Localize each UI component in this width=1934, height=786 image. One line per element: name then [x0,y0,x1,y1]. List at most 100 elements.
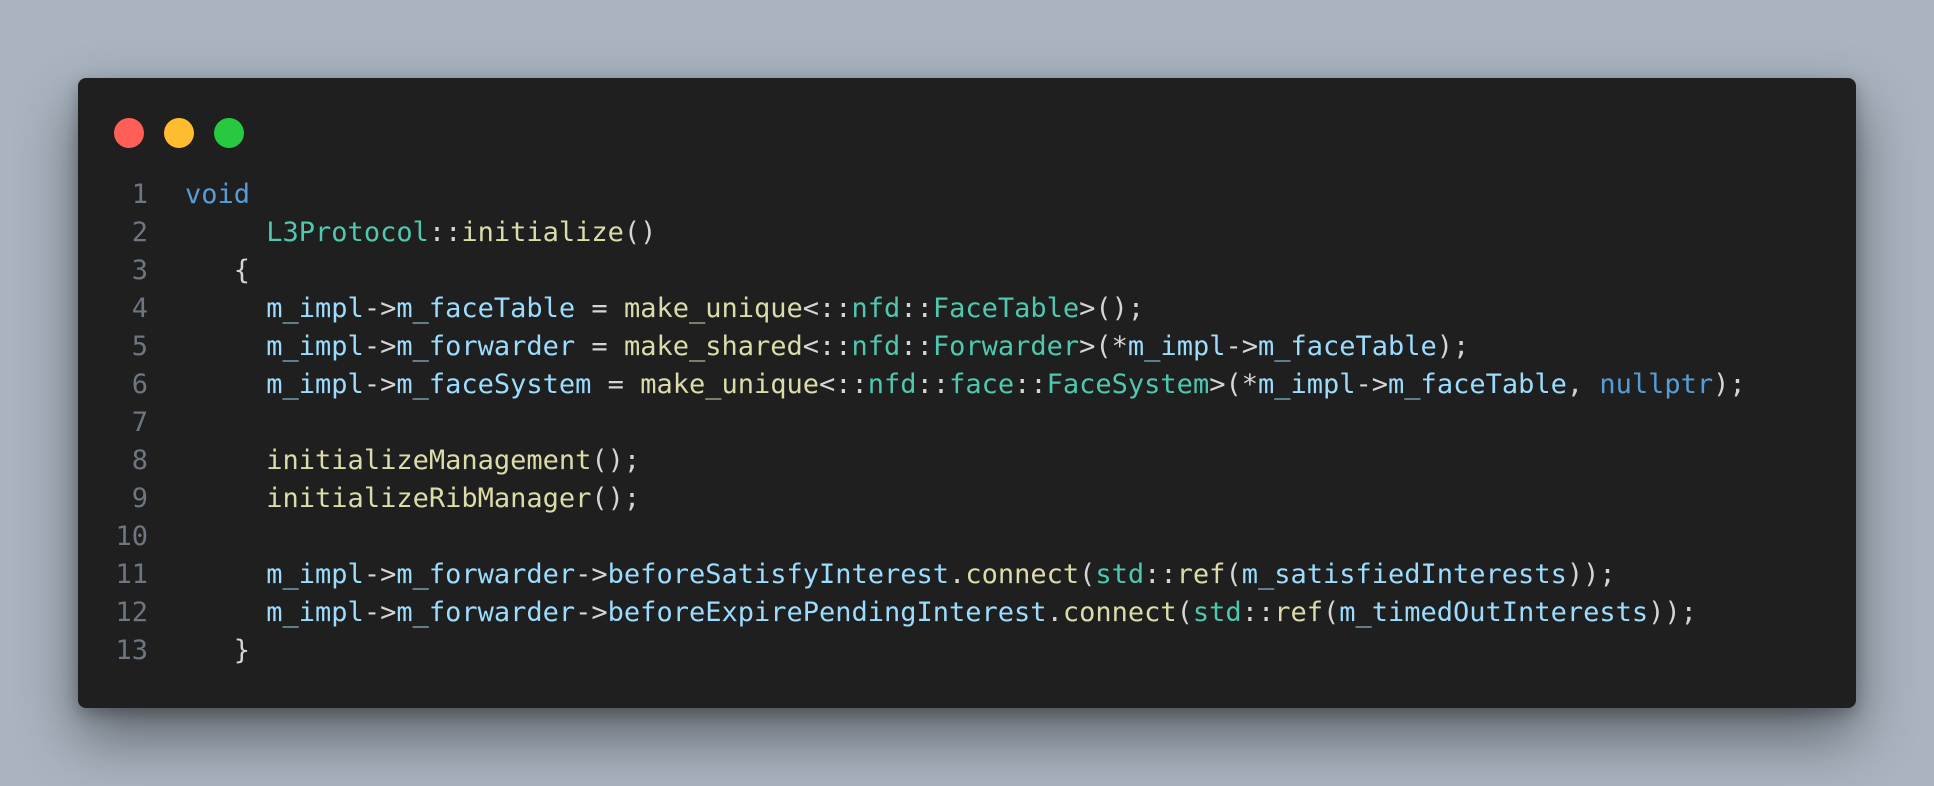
code-token: = [575,331,624,362]
code-token: m_impl [266,331,364,362]
line-number: 12 [115,597,148,628]
code-line: 9 initializeRibManager(); [78,480,1856,518]
line-number: 13 [115,635,148,666]
code-token: m_impl [266,597,364,628]
code-line: 12 m_impl->m_forwarder->beforeExpirePend… [78,594,1856,632]
code-token: (); [591,445,641,476]
code-line: 5 m_impl->m_forwarder = make_shared<::nf… [78,328,1856,366]
code-token: ( [1322,597,1340,628]
code-token: m_impl [266,293,364,324]
code-token: m_faceSystem [396,369,592,400]
minimize-button[interactable] [164,118,194,148]
code-token: )); [1648,597,1697,628]
line-number: 8 [131,445,148,476]
code-token: ); [1713,369,1746,400]
line-source: } [185,632,250,670]
code-token: beforeSatisfyInterest [607,559,950,590]
close-button[interactable] [114,118,144,148]
code-line: 8 initializeManagement(); [78,442,1856,480]
code-token: <:: [802,331,852,362]
code-token: initializeManagement [266,445,592,476]
code-token: connect [965,559,1080,590]
code-token: m_forwarder [396,331,576,362]
code-token: :: [1144,559,1177,590]
code-token: >(); [1079,293,1145,324]
code-token: m_faceTable [1388,369,1567,400]
code-token: () [623,217,657,248]
line-number: 4 [131,293,148,324]
code-token: void [185,179,251,210]
line-source: m_impl->m_faceSystem = make_unique<::nfd… [185,366,1746,404]
code-token: -> [1225,331,1258,362]
code-line: 13 } [78,632,1856,670]
code-token: -> [363,597,397,628]
code-token: connect [1062,597,1177,628]
code-token: :: [900,331,933,362]
line-source: void [185,176,250,214]
line-number: 3 [131,255,148,286]
code-token: m_timedOutInterests [1339,597,1649,628]
code-token: } [185,635,251,666]
code-token: . [949,559,966,590]
code-token: -> [363,369,397,400]
code-token: ( [1079,559,1096,590]
code-token: std [1192,597,1242,628]
code-token: make_shared [623,331,803,362]
code-token: >(* [1079,331,1128,362]
code-token: beforeExpirePendingInterest [607,597,1047,628]
code-token: nfd [851,331,901,362]
code-token: nullptr [1599,369,1714,400]
code-token: , [1566,369,1600,400]
code-token: . [1046,597,1063,628]
code-token: std [1095,559,1145,590]
code-token: m_impl [266,369,364,400]
code-token: m_satisfiedInterests [1241,559,1567,590]
line-source: m_impl->m_faceTable = make_unique<::nfd:… [185,290,1144,328]
code-token: nfd [867,369,917,400]
code-token: >(* [1209,369,1258,400]
code-line: 4 m_impl->m_faceTable = make_unique<::nf… [78,290,1856,328]
code-token: :: [916,369,950,400]
code-token: = [575,293,624,324]
code-token: ref [1176,559,1226,590]
code-token: ); [1436,331,1470,362]
code-token: m_impl [1127,331,1226,362]
code-token: face [949,369,1015,400]
code-token: m_faceTable [396,293,576,324]
code-token: Forwarder [932,331,1080,362]
code-token: (); [591,483,641,514]
code-token: m_forwarder [396,559,576,590]
line-source: m_impl->m_forwarder->beforeSatisfyIntere… [185,556,1615,594]
line-number: 9 [131,483,148,514]
line-source: m_impl->m_forwarder->beforeExpirePending… [185,594,1697,632]
code-line: 1 void [78,176,1856,214]
code-token: initializeRibManager [266,483,592,514]
code-token: nfd [851,293,901,324]
code-token: = [591,369,641,400]
code-token: { [185,255,251,286]
code-token: :: [1014,369,1047,400]
code-token: FaceSystem [1046,369,1210,400]
line-number: 7 [131,407,148,438]
code-token: make_unique [623,293,803,324]
code-token: :: [900,293,933,324]
code-token: -> [1355,369,1389,400]
code-token: -> [575,559,608,590]
code-line: 6 m_impl->m_faceSystem = make_unique<::n… [78,366,1856,404]
line-number: 1 [131,179,148,210]
code-token: ( [1176,597,1193,628]
line-number: 10 [115,521,148,552]
code-line: 2 L3Protocol::initialize() [78,214,1856,252]
code-line: 10 [78,518,1856,556]
code-token: -> [363,559,397,590]
zoom-button[interactable] [214,118,244,148]
code-token: m_faceTable [1257,331,1437,362]
code-token: initialize [461,217,624,248]
